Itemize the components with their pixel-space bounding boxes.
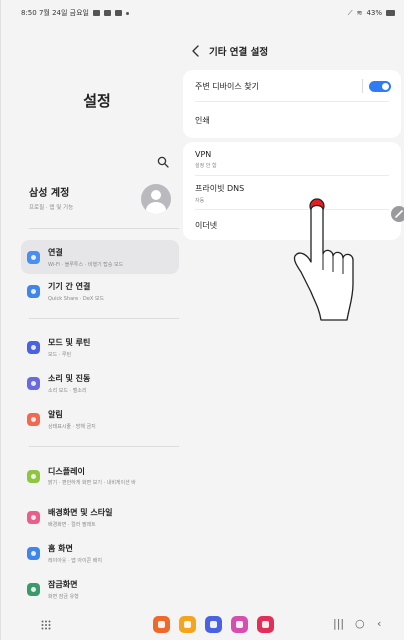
battery-icon: [386, 10, 395, 16]
connected-devices-icon: [27, 284, 40, 298]
menu-text: 알림 상태표시줄 · 방해 금지: [48, 409, 96, 430]
row-title: 프라이빗 DNS: [195, 183, 245, 193]
menu-text: 홈 화면 레이아웃 · 앱 아이콘 배지: [48, 543, 102, 564]
menu-subtitle: 밝기 · 편안하게 화면 보기 · 내비게이션 바: [48, 479, 136, 486]
dock-app-5[interactable]: [257, 616, 274, 633]
gallery-notification-icon: [92, 10, 100, 16]
dock-app-1[interactable]: [153, 616, 170, 633]
menu-text: 배경화면 및 스타일 배경화면 · 컬러 팔레트: [48, 507, 112, 528]
edit-handle[interactable]: [391, 206, 404, 222]
sidebar-item-connected-devices[interactable]: 기기 간 연결 Quick Share · DeX 모드: [21, 274, 179, 308]
card-nearby-print: 주변 디바이스 찾기 인쇄: [183, 70, 401, 138]
menu-subtitle: Quick Share · DeX 모드: [48, 295, 105, 302]
home-icon[interactable]: ○: [355, 617, 365, 630]
more-notifications-icon: [125, 11, 129, 15]
menu-text: 소리 및 진동 소리 모드 · 벨소리: [48, 373, 90, 394]
notifications-icon: [27, 412, 40, 426]
screenshot-notification-icon: [114, 10, 122, 16]
dock-app-3[interactable]: [205, 616, 222, 633]
status-left: 8:50 7월 24일 금요일: [21, 8, 129, 18]
samsung-account[interactable]: 삼성 계정 프로필 · 앱 및 기능: [29, 184, 179, 218]
modes-routines-icon: [27, 340, 40, 354]
divider: [29, 318, 179, 319]
wallpaper-icon: [27, 510, 40, 524]
menu-label: 연결: [48, 247, 63, 257]
settings-list-pane: 설정 삼성 계정 프로필 · 앱 및 기능 연결 Wi-Fi · 블루투스 · …: [15, 26, 179, 610]
touch-hand-icon: [293, 198, 354, 321]
wifi-icon: [27, 250, 40, 264]
menu-label: 잠금화면: [48, 579, 78, 589]
dock-app-2[interactable]: [179, 616, 196, 633]
divider: [29, 446, 179, 447]
display-icon: [27, 469, 40, 483]
status-right: ⟋ ≋ 43%: [348, 9, 395, 18]
menu-label: 홈 화면: [48, 543, 73, 553]
navigation-bar: ||| ○ ‹: [1, 610, 404, 640]
status-bar: 8:50 7월 24일 금요일 ⟋ ≋ 43%: [1, 0, 404, 26]
search-icon[interactable]: [157, 156, 169, 168]
sidebar-item-sound[interactable]: 소리 및 진동 소리 모드 · 벨소리: [21, 366, 179, 400]
menu-text: 잠금화면 화면 잠금 유형: [48, 579, 79, 600]
cloud-notification-icon: [103, 10, 111, 16]
pencil-icon: [395, 210, 403, 218]
menu-subtitle: 배경화면 · 컬러 팔레트: [48, 521, 96, 528]
page-title: 설정: [83, 92, 111, 110]
nearby-device-toggle[interactable]: [369, 81, 391, 92]
back-icon[interactable]: ‹: [377, 617, 381, 630]
back-arrow-icon[interactable]: [191, 45, 201, 57]
home-screen-icon: [27, 546, 40, 560]
sidebar-item-modes-routines[interactable]: 모드 및 루틴 모드 · 루틴: [21, 330, 179, 364]
silent-icon: ⟋: [347, 8, 353, 17]
detail-header: 기타 연결 설정: [191, 44, 268, 58]
menu-subtitle: 화면 잠금 유형: [48, 593, 79, 600]
menu-subtitle: 상태표시줄 · 방해 금지: [48, 423, 96, 430]
avatar-head: [151, 190, 161, 200]
avatar: [141, 184, 171, 214]
toggle-separator: [362, 79, 363, 93]
dock-app-4[interactable]: [231, 616, 248, 633]
status-time: 8:50 7월 24일 금요일: [21, 9, 89, 17]
menu-text: 연결 Wi-Fi · 블루투스 · 비행기 탑승 모드: [48, 247, 123, 268]
menu-label: 디스플레이: [48, 466, 85, 476]
sound-icon: [27, 376, 40, 390]
menu-text: 모드 및 루틴 모드 · 루틴: [48, 337, 90, 358]
app-dock: [153, 616, 274, 633]
menu-label: 배경화면 및 스타일: [48, 507, 113, 517]
lock-icon: [27, 582, 40, 596]
printing-row[interactable]: 인쇄: [183, 102, 401, 138]
sidebar-item-home-screen[interactable]: 홈 화면 레이아웃 · 앱 아이콘 배지: [21, 536, 179, 570]
row-subtitle: 설정 안 함: [195, 162, 217, 169]
nearby-device-scanning-row[interactable]: 주변 디바이스 찾기: [183, 70, 401, 102]
avatar-body: [146, 202, 166, 214]
row-title: VPN: [195, 149, 212, 159]
menu-label: 기기 간 연결: [48, 281, 91, 291]
menu-text: 기기 간 연결 Quick Share · DeX 모드: [48, 281, 104, 302]
toggle-knob: [382, 83, 389, 90]
screen: 8:50 7월 24일 금요일 ⟋ ≋ 43% 설정 삼성 계정 프로필 · 앱…: [0, 0, 404, 640]
detail-title: 기타 연결 설정: [209, 47, 269, 58]
recent-apps-icon[interactable]: |||: [333, 617, 344, 630]
status-battery: 43%: [366, 9, 382, 17]
menu-subtitle: 소리 모드 · 벨소리: [48, 387, 87, 394]
menu-label: 모드 및 루틴: [48, 337, 91, 347]
row-title: 인쇄: [195, 115, 210, 125]
row-title: 주변 디바이스 찾기: [195, 81, 259, 91]
menu-label: 소리 및 진동: [48, 373, 91, 383]
menu-label: 알림: [48, 409, 63, 419]
menu-subtitle: 레이아웃 · 앱 아이콘 배지: [48, 557, 102, 564]
menu-subtitle: 모드 · 루틴: [48, 351, 72, 358]
sidebar-item-notifications[interactable]: 알림 상태표시줄 · 방해 금지: [21, 402, 179, 436]
sidebar-item-connections[interactable]: 연결 Wi-Fi · 블루투스 · 비행기 탑승 모드: [21, 240, 179, 274]
wifi-icon: ≋: [356, 9, 363, 17]
menu-text: 디스플레이 밝기 · 편안하게 화면 보기 · 내비게이션 바: [48, 466, 176, 487]
vpn-row[interactable]: VPN 설정 안 함: [183, 142, 401, 176]
menu-subtitle: Wi-Fi · 블루투스 · 비행기 탑승 모드: [48, 261, 124, 268]
divider: [29, 228, 179, 229]
sidebar-item-display[interactable]: 디스플레이 밝기 · 편안하게 화면 보기 · 내비게이션 바: [21, 456, 179, 496]
apps-grid-icon[interactable]: [41, 620, 51, 630]
sidebar-item-wallpaper[interactable]: 배경화면 및 스타일 배경화면 · 컬러 팔레트: [21, 500, 179, 534]
sidebar-item-lock-screen[interactable]: 잠금화면 화면 잠금 유형: [21, 572, 179, 606]
